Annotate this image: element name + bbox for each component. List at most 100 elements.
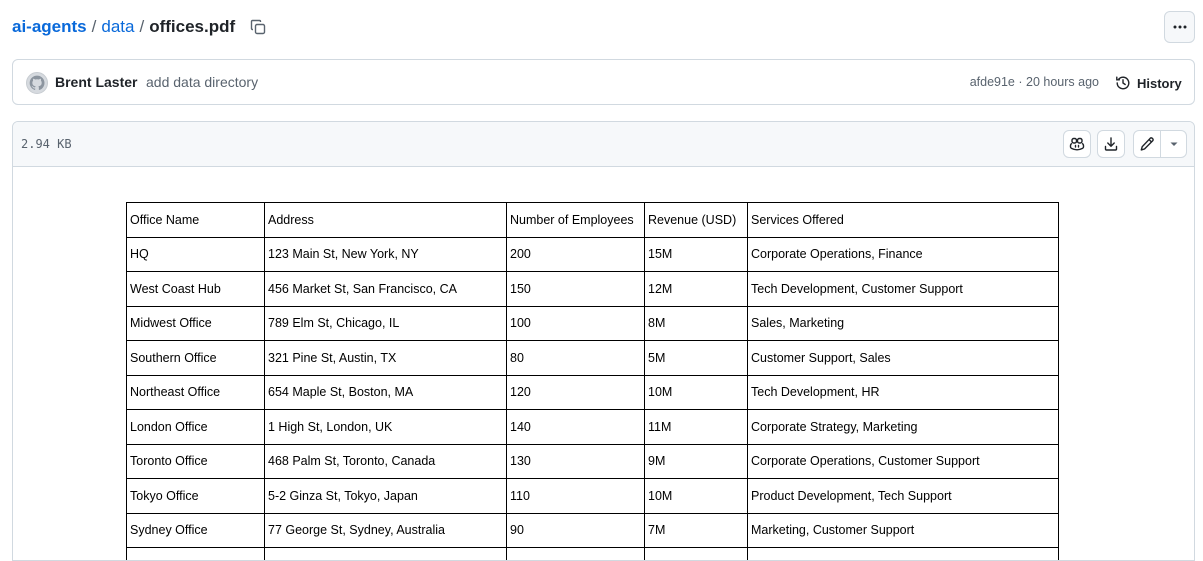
table-cell: Tech Development, HR [748, 375, 1059, 410]
table-cell: 654 Maple St, Boston, MA [265, 375, 507, 410]
table-cell: 7M [645, 513, 748, 548]
table-row: Southern Office321 Pine St, Austin, TX80… [127, 341, 1059, 376]
table-cell: 10M [645, 479, 748, 514]
commit-meta: afde91e · 20 hours ago [970, 75, 1099, 89]
commit-author[interactable]: Brent Laster [55, 74, 137, 90]
history-icon [1115, 75, 1131, 91]
table-cell: 150 [507, 272, 645, 307]
table-cell: 11M [645, 410, 748, 445]
table-cell: 123 Main St, New York, NY [265, 237, 507, 272]
table-cell: 5M [645, 341, 748, 376]
table-cell [645, 548, 748, 561]
table-cell: 110 [507, 479, 645, 514]
table-cell: 80 [507, 341, 645, 376]
table-cell: Tech Development, Customer Support [748, 272, 1059, 307]
file-viewer: 2.94 KB [12, 121, 1195, 561]
table-row [127, 548, 1059, 561]
edit-file-button[interactable] [1133, 130, 1161, 158]
table-cell: 130 [507, 444, 645, 479]
table-cell: 90 [507, 513, 645, 548]
table-cell: 9M [645, 444, 748, 479]
table-cell: 100 [507, 306, 645, 341]
avatar[interactable] [26, 72, 48, 94]
pdf-render-area: Office NameAddressNumber of EmployeesRev… [13, 168, 1194, 561]
table-cell: Corporate Operations, Customer Support [748, 444, 1059, 479]
table-row: HQ123 Main St, New York, NY20015MCorpora… [127, 237, 1059, 272]
latest-commit-bar: Brent Laster add data directory afde91e … [12, 59, 1195, 105]
table-cell [748, 548, 1059, 561]
history-button[interactable]: History [1115, 72, 1182, 94]
table-row: West Coast Hub456 Market St, San Francis… [127, 272, 1059, 307]
download-raw-button[interactable] [1097, 130, 1125, 158]
table-cell: 321 Pine St, Austin, TX [265, 341, 507, 376]
table-cell: 200 [507, 237, 645, 272]
more-options-button[interactable] [1164, 11, 1195, 43]
history-label: History [1137, 76, 1182, 91]
breadcrumb-separator: / [92, 16, 97, 38]
breadcrumb-file-name: offices.pdf [149, 16, 235, 38]
table-cell: Product Development, Tech Support [748, 479, 1059, 514]
column-header: Number of Employees [507, 203, 645, 238]
table-cell: Customer Support, Sales [748, 341, 1059, 376]
copy-icon [250, 19, 266, 35]
github-avatar-icon [28, 74, 46, 92]
table-cell: Sales, Marketing [748, 306, 1059, 341]
kebab-horizontal-icon [1172, 19, 1188, 35]
triangle-down-icon [1168, 138, 1180, 150]
table-cell: 77 George St, Sydney, Australia [265, 513, 507, 548]
breadcrumb-separator: / [139, 16, 144, 38]
table-cell [127, 548, 265, 561]
table-cell: 10M [645, 375, 748, 410]
table-cell: Northeast Office [127, 375, 265, 410]
table-row: Tokyo Office5-2 Ginza St, Tokyo, Japan11… [127, 479, 1059, 514]
column-header: Office Name [127, 203, 265, 238]
download-icon [1103, 136, 1119, 152]
commit-sha[interactable]: afde91e [970, 75, 1015, 89]
column-header: Services Offered [748, 203, 1059, 238]
table-cell: London Office [127, 410, 265, 445]
ask-copilot-button[interactable] [1063, 130, 1091, 158]
column-header: Revenue (USD) [645, 203, 748, 238]
breadcrumb-repo-link[interactable]: ai-agents [12, 16, 87, 38]
offices-table: Office NameAddressNumber of EmployeesRev… [126, 202, 1059, 561]
table-cell: Tokyo Office [127, 479, 265, 514]
copy-path-button[interactable] [249, 18, 267, 36]
table-cell: 15M [645, 237, 748, 272]
table-cell: 5-2 Ginza St, Tokyo, Japan [265, 479, 507, 514]
table-cell: Corporate Operations, Finance [748, 237, 1059, 272]
table-cell [265, 548, 507, 561]
meta-separator: · [1018, 75, 1022, 89]
table-cell: 140 [507, 410, 645, 445]
table-row: Northeast Office654 Maple St, Boston, MA… [127, 375, 1059, 410]
pencil-icon [1139, 136, 1155, 152]
table-cell: 12M [645, 272, 748, 307]
commit-message[interactable]: add data directory [146, 74, 258, 90]
table-cell: 789 Elm St, Chicago, IL [265, 306, 507, 341]
table-cell: West Coast Hub [127, 272, 265, 307]
table-row: Sydney Office77 George St, Sydney, Austr… [127, 513, 1059, 548]
edit-options-dropdown[interactable] [1160, 130, 1187, 158]
table-row: Toronto Office468 Palm St, Toronto, Cana… [127, 444, 1059, 479]
table-cell: Toronto Office [127, 444, 265, 479]
table-cell: HQ [127, 237, 265, 272]
breadcrumb: ai-agents / data / offices.pdf [12, 16, 267, 38]
breadcrumb-folder-link[interactable]: data [101, 16, 134, 38]
table-cell: Midwest Office [127, 306, 265, 341]
table-row: Midwest Office789 Elm St, Chicago, IL100… [127, 306, 1059, 341]
table-cell: 120 [507, 375, 645, 410]
column-header: Address [265, 203, 507, 238]
offices-table-body: Office NameAddressNumber of EmployeesRev… [127, 203, 1059, 561]
file-size: 2.94 KB [21, 137, 72, 151]
table-cell: Sydney Office [127, 513, 265, 548]
commit-time: 20 hours ago [1026, 75, 1099, 89]
table-cell: 468 Palm St, Toronto, Canada [265, 444, 507, 479]
table-row: London Office1 High St, London, UK14011M… [127, 410, 1059, 445]
table-cell [507, 548, 645, 561]
file-toolbar: 2.94 KB [13, 122, 1194, 167]
file-header-bar: ai-agents / data / offices.pdf [0, 0, 1203, 56]
table-cell: Corporate Strategy, Marketing [748, 410, 1059, 445]
copilot-icon [1069, 136, 1085, 152]
table-header-row: Office NameAddressNumber of EmployeesRev… [127, 203, 1059, 238]
table-cell: 456 Market St, San Francisco, CA [265, 272, 507, 307]
table-cell: Southern Office [127, 341, 265, 376]
